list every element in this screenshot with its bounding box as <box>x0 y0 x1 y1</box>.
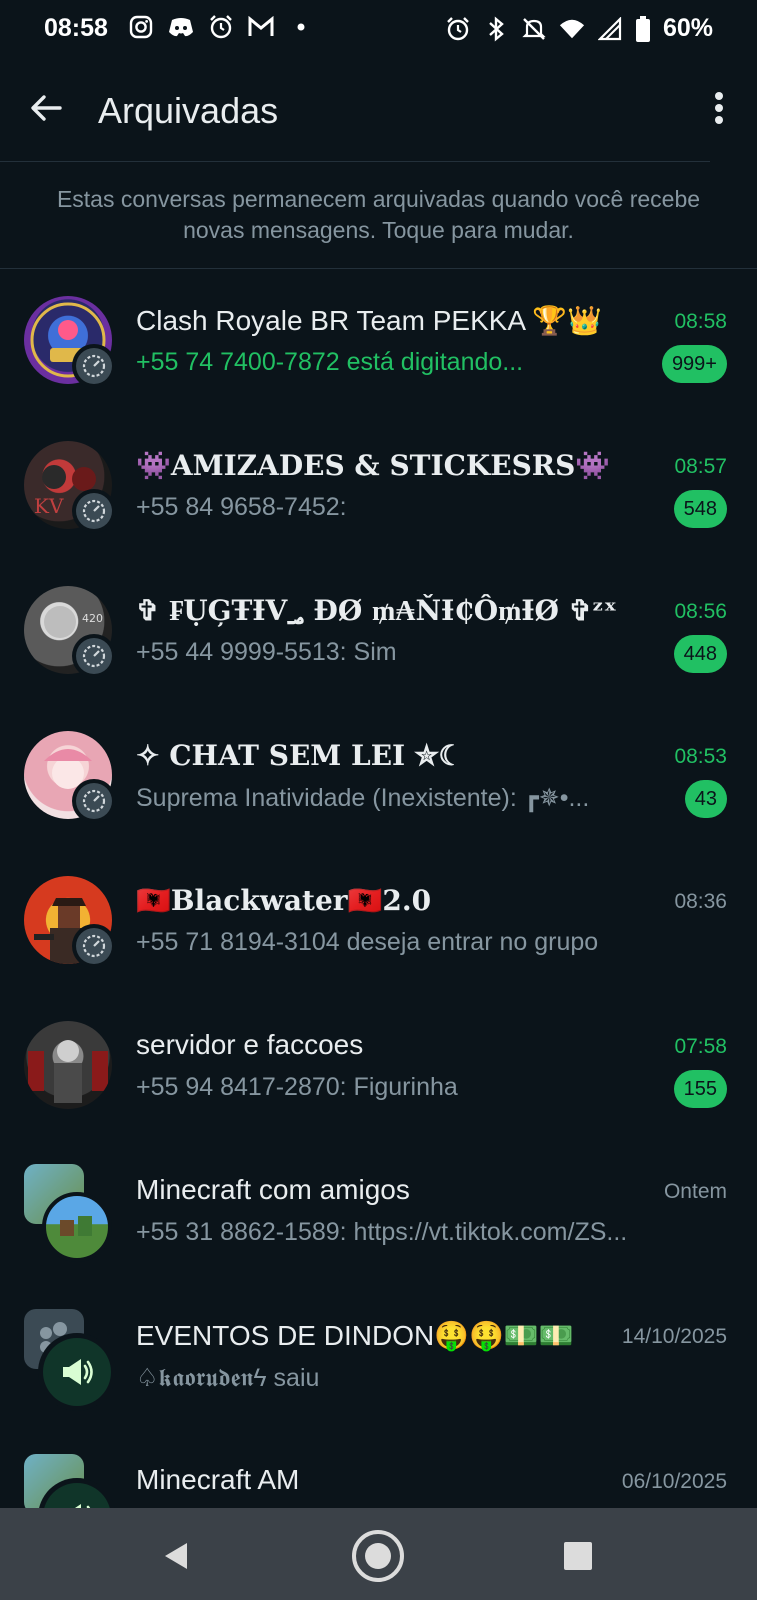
nav-home-button[interactable] <box>350 1528 406 1584</box>
community-badge <box>72 924 116 968</box>
nav-back-button[interactable] <box>148 1528 204 1584</box>
chat-row[interactable]: EVENTOS DE DINDON🤑🤑💵💵 ♤𝖐𝖆𝖔𝖗𝖚𝖉𝖊𝖓ϟ saiu 14… <box>0 1295 757 1440</box>
chat-row[interactable]: servidor e faccoes +55 94 8417-2870: Fig… <box>0 1005 757 1150</box>
chat-row[interactable]: Minecraft com amigos +55 31 8862-1589: h… <box>0 1150 757 1295</box>
divider <box>0 268 757 269</box>
chat-name: Clash Royale BR Team PEKKA 🏆👑 <box>136 305 603 336</box>
system-nav-bar <box>0 1508 757 1600</box>
svg-text:KV: KV <box>34 494 64 518</box>
page-title: Arquivadas <box>98 90 279 131</box>
triangle-back-icon <box>165 1543 187 1569</box>
home-circle-icon <box>352 1530 404 1582</box>
chat-preview: +55 31 8862-1589: https://vt.tiktok.com/… <box>136 1218 628 1246</box>
status-time: 08:58 <box>44 14 108 42</box>
unread-count-badge: 43 <box>684 780 727 818</box>
community-badge <box>72 779 116 823</box>
chat-preview: +55 84 9658-7452: <box>136 493 347 521</box>
community-badge <box>72 344 116 388</box>
alarm-icon <box>208 14 234 40</box>
timer-icon <box>82 789 106 813</box>
timer-icon <box>82 934 106 958</box>
app-header: Arquivadas <box>0 62 757 162</box>
unread-count-badge: 999+ <box>661 345 727 383</box>
chat-name: Minecraft AM <box>136 1464 300 1495</box>
chat-row[interactable]: ✧ CHAT SEM LEI ✮☾ Suprema Inatividade (I… <box>0 715 757 860</box>
chat-preview: +55 44 9999-5513: Sim <box>136 638 397 666</box>
square-recents-icon <box>564 1542 592 1570</box>
chat-row[interactable]: KV 👾AMIZADES & STICKESRS👾 +55 84 9658-74… <box>0 425 757 570</box>
chat-preview: +55 94 8417-2870: Figurinha <box>136 1073 458 1101</box>
signal-icon <box>597 16 623 42</box>
more-options-button[interactable] <box>711 88 727 128</box>
chat-time: 07:58 <box>674 1035 727 1058</box>
chat-time: 06/10/2025 <box>621 1470 727 1493</box>
notification-dot-icon <box>288 14 314 40</box>
status-bar: 08:58 60% <box>0 0 757 60</box>
wifi-icon <box>559 16 585 42</box>
community-badge <box>72 489 116 533</box>
chat-preview: +55 74 7400-7872 está digitando... <box>136 348 524 376</box>
chat-time: 08:56 <box>674 600 727 623</box>
announcement-avatar[interactable] <box>38 1333 116 1411</box>
chat-preview: Suprema Inatividade (Inexistente): ┏✵•..… <box>136 784 590 812</box>
timer-icon <box>82 499 106 523</box>
archive-info-text[interactable]: Estas conversas permanecem arquivadas qu… <box>30 184 727 246</box>
chat-preview: ♤𝖐𝖆𝖔𝖗𝖚𝖉𝖊𝖓ϟ saiu <box>136 1364 320 1392</box>
chat-name: ✞ ₣ỤĢŦƗV؃ ĐØ ₥₳ŇƗ₵Ô₥ƗØ ✞ᶻˣ <box>136 594 617 627</box>
group-avatar[interactable] <box>24 1021 112 1109</box>
community-badge <box>72 634 116 678</box>
chat-time: Ontem <box>663 1180 727 1203</box>
chat-name: 🇦🇱Blackwater🇦🇱2.0 <box>136 884 432 917</box>
unread-count-badge: 448 <box>673 635 727 673</box>
svg-text:420: 420 <box>82 612 103 625</box>
chat-name: 👾AMIZADES & STICKESRS👾 <box>136 449 611 482</box>
chat-row[interactable]: 🇦🇱Blackwater🇦🇱2.0 +55 71 8194-3104 desej… <box>0 860 757 1005</box>
chat-list: Clash Royale BR Team PEKKA 🏆👑 +55 74 740… <box>0 280 757 1508</box>
group-avatar[interactable] <box>42 1192 112 1262</box>
arrow-left-icon <box>31 95 62 121</box>
chat-name: EVENTOS DE DINDON🤑🤑💵💵 <box>136 1320 574 1351</box>
back-button[interactable] <box>26 88 66 128</box>
divider <box>0 161 710 162</box>
nav-recents-button[interactable] <box>550 1528 606 1584</box>
more-vertical-icon <box>715 92 723 124</box>
chat-row[interactable]: Minecraft AM 06/10/2025 <box>0 1440 757 1508</box>
timer-icon <box>82 644 106 668</box>
discord-icon <box>168 14 194 40</box>
instagram-icon <box>128 14 154 40</box>
chat-time: 14/10/2025 <box>621 1325 727 1348</box>
mute-bell-icon <box>521 16 547 42</box>
megaphone-icon <box>63 1359 93 1385</box>
chat-time: 08:53 <box>674 745 727 768</box>
chat-time: 08:58 <box>674 310 727 333</box>
chat-row[interactable]: 420 ✞ ₣ỤĢŦƗV؃ ĐØ ₥₳ŇƗ₵Ô₥ƗØ ✞ᶻˣ +55 44 99… <box>0 570 757 715</box>
bluetooth-icon <box>483 15 509 42</box>
chat-name: servidor e faccoes <box>136 1029 364 1060</box>
unread-count-badge: 155 <box>673 1070 727 1108</box>
timer-icon <box>82 354 106 378</box>
gmail-icon <box>248 14 274 40</box>
chat-name: Minecraft com amigos <box>136 1174 410 1205</box>
chat-time: 08:57 <box>674 455 727 478</box>
chat-name: ✧ CHAT SEM LEI ✮☾ <box>136 739 464 772</box>
chat-row[interactable]: Clash Royale BR Team PEKKA 🏆👑 +55 74 740… <box>0 280 757 425</box>
chat-preview: +55 71 8194-3104 deseja entrar no grupo <box>136 928 599 956</box>
alarm-icon <box>445 16 471 42</box>
chat-time: 08:36 <box>674 890 727 913</box>
unread-count-badge: 548 <box>673 490 727 528</box>
megaphone-icon <box>75 1504 91 1508</box>
battery-percent: 60% <box>662 14 713 42</box>
battery-icon <box>635 15 651 42</box>
